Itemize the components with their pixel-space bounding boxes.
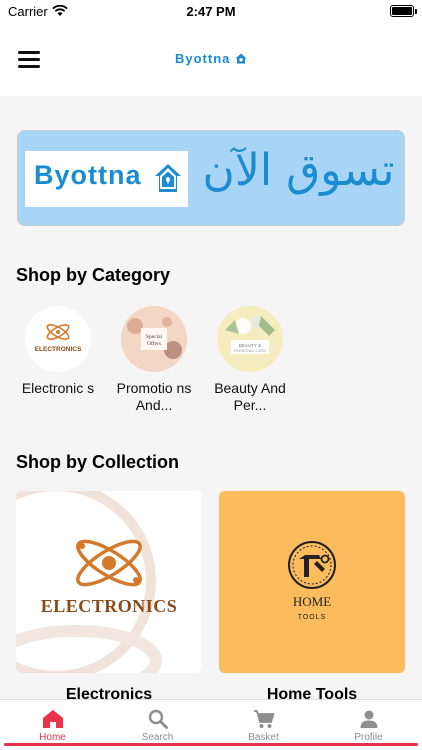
- category-label-beauty: Beauty And Per...: [214, 380, 286, 413]
- collection-card-home-tools[interactable]: HOME TOOLS: [219, 491, 405, 673]
- collection-image-text: HOME: [293, 594, 331, 609]
- banner-arabic-text: تسوق الآن: [202, 145, 395, 196]
- nav-brand-text: Byottna: [174, 51, 231, 66]
- nav-bar: Byottna: [0, 24, 422, 96]
- category-image-beauty: BEAUTY & PERSONAL CARE: [217, 306, 283, 372]
- tab-profile-label: Profile: [354, 732, 383, 743]
- collection-image-electronics: ELECTRONICS: [16, 491, 202, 673]
- tab-search-label: Search: [141, 732, 174, 743]
- category-item-beauty[interactable]: BEAUTY & PERSONAL CARE Beauty And Per...: [208, 306, 292, 414]
- search-icon: [148, 709, 168, 729]
- battery-tip: [415, 9, 417, 14]
- collection-image-text: TOOLS: [298, 614, 327, 621]
- home-icon: [42, 710, 63, 728]
- collection-section-title: Shop by Collection: [16, 452, 180, 472]
- house-logo-icon: [154, 163, 182, 198]
- app-screen: Carrier 2:47 PM Byottna Byottna تسوق الآ…: [0, 0, 422, 750]
- status-time: 2:47 PM: [186, 4, 236, 19]
- banner-brand-text: Byottna: [34, 160, 142, 190]
- status-bar: Carrier 2:47 PM: [0, 0, 422, 24]
- category-item-electronics[interactable]: ELECTRONICS Electronic s: [16, 306, 100, 397]
- active-tab-indicator: [4, 743, 418, 746]
- category-circle-text: ELECTRONICS: [35, 346, 82, 353]
- tab-home-label: Home: [39, 732, 66, 743]
- category-circle-text: BEAUTY &: [239, 343, 261, 348]
- collection-card-electronics[interactable]: ELECTRONICS: [16, 491, 202, 673]
- profile-icon: [360, 710, 377, 728]
- collection-image-home-tools: HOME TOOLS: [219, 491, 405, 673]
- collection-image-text: ELECTRONICS: [41, 596, 178, 616]
- category-circle-text: Offers: [147, 340, 161, 347]
- banner-logo-box: Byottna: [25, 151, 188, 207]
- category-circle-text: Special: [146, 334, 163, 340]
- category-label-promotions: Promotio ns And...: [116, 380, 192, 413]
- category-item-promotions[interactable]: Special Offers Promotio ns And...: [112, 306, 196, 414]
- battery-icon: [390, 5, 414, 17]
- category-image-promotions: Special Offers: [121, 306, 187, 372]
- promo-banner[interactable]: Byottna تسوق الآن: [17, 130, 405, 226]
- category-label-electronics: Electronic s: [21, 380, 95, 396]
- basket-icon: [253, 710, 274, 728]
- tab-basket-label: Basket: [248, 732, 279, 743]
- category-circle-text: PERSONAL CARE: [234, 349, 267, 353]
- house-logo-icon: [235, 52, 247, 67]
- category-section-title: Shop by Category: [16, 265, 171, 285]
- category-image-electronics: ELECTRONICS: [25, 306, 91, 372]
- nav-logo: Byottna: [0, 51, 422, 67]
